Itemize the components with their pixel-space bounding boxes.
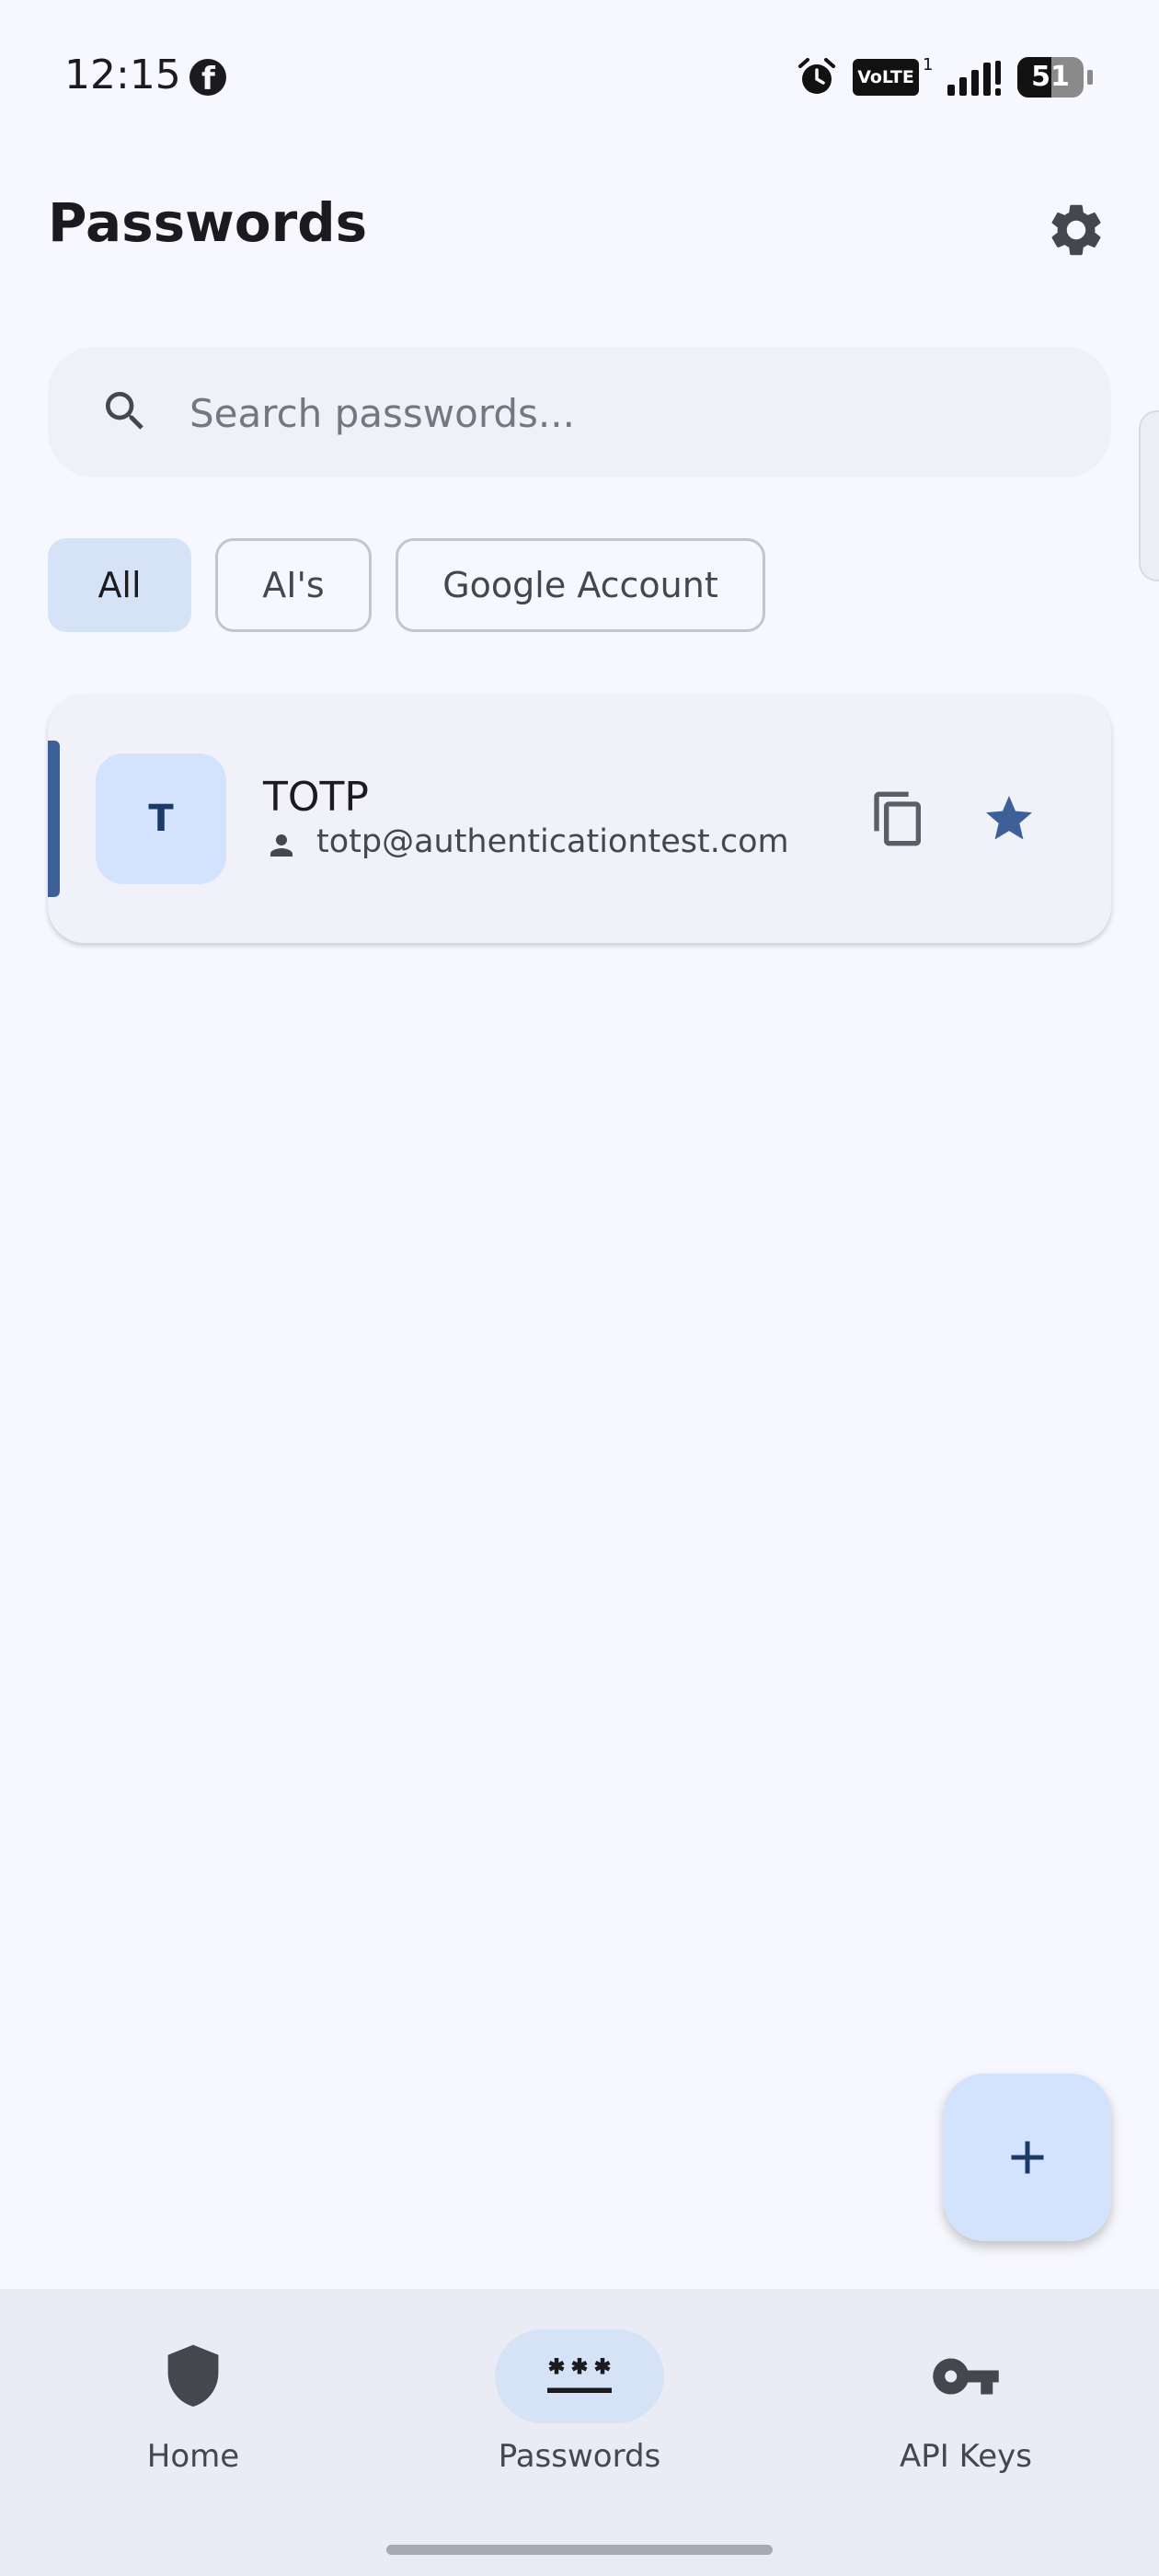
filter-chip-google-account[interactable]: Google Account (396, 538, 765, 632)
password-icon (547, 2358, 612, 2393)
nav-item-home[interactable]: Home (0, 2289, 386, 2510)
entry-avatar: T (96, 753, 226, 884)
signal-strength-icon (947, 61, 1001, 96)
sim-indicator: 1 (923, 55, 934, 75)
copy-icon (874, 791, 921, 846)
copy-button[interactable] (866, 787, 931, 851)
alarm-icon (798, 58, 835, 94)
search-bar[interactable] (48, 347, 1111, 477)
bottom-navigation: Home Passwords API Keys (0, 2289, 1159, 2576)
volte-badge: VoLTE (853, 59, 919, 96)
nav-label-passwords: Passwords (498, 2438, 661, 2475)
add-password-button[interactable] (944, 2074, 1111, 2241)
settings-button[interactable] (1039, 193, 1113, 267)
key-icon (933, 2358, 999, 2395)
filter-chip-all[interactable]: All (48, 538, 191, 632)
filter-chip-ais[interactable]: AI's (215, 538, 372, 632)
star-icon (986, 796, 1032, 840)
entry-title: TOTP (263, 774, 369, 821)
search-icon (106, 392, 143, 430)
battery-indicator: 51 (1017, 57, 1093, 98)
page-title: Passwords (48, 191, 368, 254)
search-input[interactable] (188, 374, 1074, 452)
battery-level-text: 51 (1031, 61, 1070, 93)
card-accent-bar (48, 741, 60, 897)
nav-item-api-keys[interactable]: API Keys (773, 2289, 1159, 2510)
status-time: 12:15 (64, 52, 181, 98)
plus-icon (1011, 2141, 1044, 2174)
side-panel-handle[interactable] (1139, 410, 1159, 581)
entry-username: totp@authenticationtest.com (316, 823, 789, 860)
password-entry-card[interactable]: T TOTP totp@authenticationtest.com (48, 695, 1111, 943)
shield-icon (167, 2344, 219, 2407)
home-gesture-bar[interactable] (386, 2545, 773, 2555)
favorite-button[interactable] (977, 787, 1041, 851)
nav-item-passwords[interactable]: Passwords (386, 2289, 773, 2510)
nav-label-home: Home (146, 2438, 240, 2475)
gear-icon (1051, 204, 1101, 256)
facebook-notification-icon: f (189, 59, 226, 98)
status-bar: 12:15 f VoLTE 1 51 (0, 0, 1159, 156)
person-icon (270, 834, 293, 857)
nav-label-api-keys: API Keys (900, 2438, 1032, 2475)
